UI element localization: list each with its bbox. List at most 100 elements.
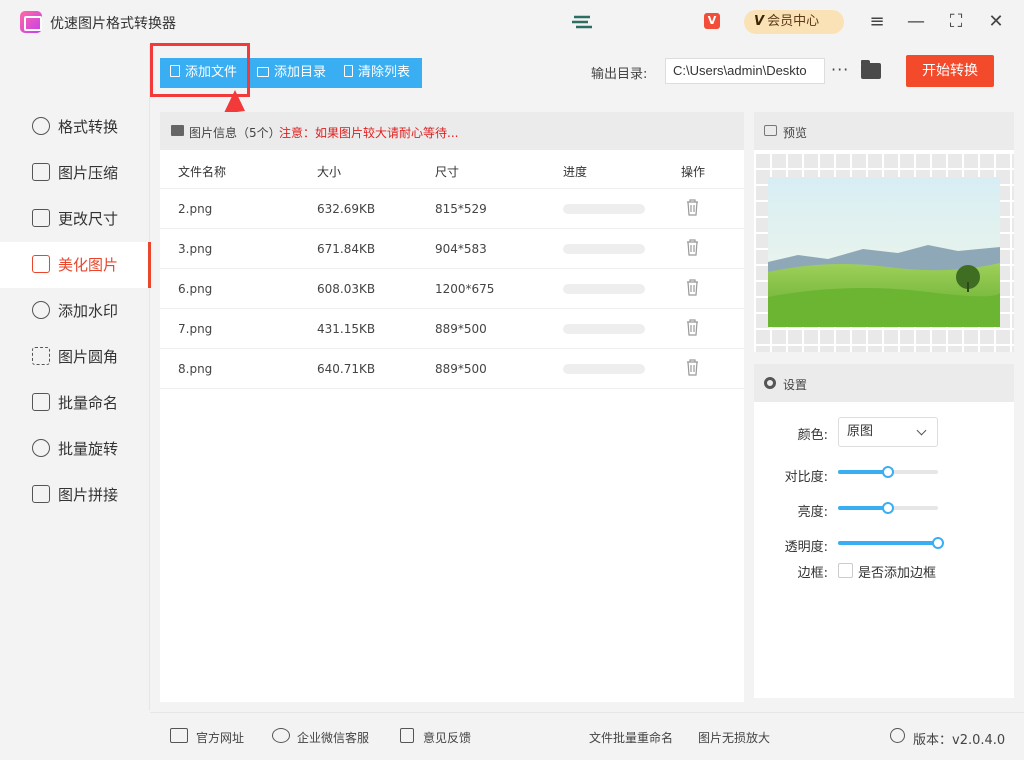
- vip-center-button[interactable]: V 会员中心: [744, 10, 844, 34]
- round-corner-icon: [32, 347, 50, 365]
- lossless-upscale-link[interactable]: 图片无损放大: [698, 729, 770, 746]
- sidebar-item-rename[interactable]: 批量命名: [0, 380, 150, 426]
- settings-header: 设置: [754, 364, 1014, 402]
- file-size: 431.15KB: [317, 322, 376, 336]
- menu-icon[interactable]: ≡: [865, 10, 889, 34]
- opacity-label: 透明度:: [784, 540, 828, 555]
- file-list-panel: 图片信息（5个） 注意：如果图片较大请耐心等待... 文件名称 大小 尺寸 进度…: [160, 112, 744, 702]
- column-header-size: 大小: [317, 165, 342, 179]
- title-bar: 优速图片格式转换器 V V 会员中心 ≡ — ⛶ ✕: [0, 0, 1024, 44]
- table-row[interactable]: 3.png 671.84KB 904*583: [160, 228, 744, 268]
- add-folder-button[interactable]: 添加目录: [247, 58, 334, 88]
- file-dims: 889*500: [435, 362, 487, 376]
- sidebar-item-resize[interactable]: 更改尺寸: [0, 196, 150, 242]
- more-icon[interactable]: ···: [831, 60, 849, 79]
- gear-icon: [764, 377, 776, 389]
- sidebar-item-compress[interactable]: 图片压缩: [0, 150, 150, 196]
- output-dir-input[interactable]: C:\Users\admin\Deskto: [665, 58, 825, 84]
- opacity-slider-knob[interactable]: [932, 537, 944, 549]
- sidebar-item-label: 图片压缩: [58, 164, 119, 182]
- table-divider: [160, 388, 744, 389]
- column-header-action: 操作: [681, 165, 706, 179]
- refresh-icon[interactable]: [890, 728, 905, 743]
- feedback-link[interactable]: 意见反馈: [423, 729, 471, 746]
- file-dims: 904*583: [435, 242, 487, 256]
- delete-icon[interactable]: [686, 359, 699, 376]
- file-name: 8.png: [178, 362, 213, 376]
- sidebar-item-label: 更改尺寸: [58, 210, 119, 228]
- feedback-icon: [400, 728, 414, 743]
- file-size: 632.69KB: [317, 202, 376, 216]
- wechat-support-link[interactable]: 企业微信客服: [297, 729, 369, 746]
- contrast-slider[interactable]: [838, 466, 938, 478]
- format-convert-icon: [32, 117, 50, 135]
- sidebar-item-label: 图片圆角: [58, 348, 119, 366]
- start-convert-button[interactable]: 开始转换: [906, 55, 994, 87]
- brightness-slider-knob[interactable]: [882, 502, 894, 514]
- brightness-slider-fill: [838, 506, 888, 510]
- border-label: 边框:: [797, 566, 828, 581]
- sidebar-item-round-corner[interactable]: 图片圆角: [0, 334, 150, 380]
- chevron-down-icon: [916, 425, 927, 436]
- minimize-icon[interactable]: —: [904, 10, 928, 34]
- preview-header: 预览: [754, 112, 1014, 150]
- file-size: 640.71KB: [317, 362, 376, 376]
- progress-bar: [563, 324, 645, 334]
- table-row[interactable]: 7.png 431.15KB 889*500: [160, 308, 744, 348]
- color-label: 颜色:: [797, 428, 828, 443]
- table-row[interactable]: 6.png 608.03KB 1200*675: [160, 268, 744, 308]
- sidebar-item-label: 批量命名: [58, 394, 119, 412]
- border-checkbox[interactable]: [838, 563, 853, 578]
- app-title: 优速图片格式转换器: [50, 16, 176, 32]
- delete-icon[interactable]: [686, 199, 699, 216]
- opacity-slider[interactable]: [838, 537, 944, 549]
- column-header-progress: 进度: [563, 165, 588, 179]
- file-name: 3.png: [178, 242, 213, 256]
- sidebar-item-watermark[interactable]: 添加水印: [0, 288, 150, 334]
- trash-small-icon: [344, 65, 353, 77]
- sidebar-item-beautify[interactable]: 美化图片: [0, 242, 151, 288]
- clear-list-button[interactable]: 清除列表: [334, 58, 422, 88]
- sidebar: 格式转换 图片压缩 更改尺寸 美化图片 添加水印 图片圆角 批量命名 批量旋转 …: [0, 44, 151, 710]
- contrast-slider-knob[interactable]: [882, 466, 894, 478]
- progress-bar: [563, 244, 645, 254]
- table-row[interactable]: 8.png 640.71KB 889*500: [160, 348, 744, 388]
- close-icon[interactable]: ✕: [984, 10, 1008, 34]
- sidebar-item-rotate[interactable]: 批量旋转: [0, 426, 150, 472]
- file-size: 608.03KB: [317, 282, 376, 296]
- v-badge-icon[interactable]: V: [704, 13, 720, 29]
- sidebar-item-format-convert[interactable]: 格式转换: [0, 104, 150, 150]
- add-folder-label: 添加目录: [274, 65, 327, 80]
- settings-title: 设置: [783, 378, 808, 392]
- sidebar-item-label: 添加水印: [58, 302, 119, 320]
- sidebar-item-stitch[interactable]: 图片拼接: [0, 472, 150, 518]
- clear-list-label: 清除列表: [358, 65, 411, 80]
- sidebar-item-label: 批量旋转: [58, 440, 119, 458]
- file-dims: 889*500: [435, 322, 487, 336]
- brightness-slider[interactable]: [838, 502, 938, 514]
- batch-rename-link[interactable]: 文件批量重命名: [589, 729, 673, 746]
- rename-icon: [32, 393, 50, 411]
- website-link[interactable]: 官方网址: [196, 729, 244, 746]
- folder-outline-icon: [257, 67, 269, 77]
- table-row[interactable]: 2.png 632.69KB 815*529: [160, 188, 744, 228]
- color-select-value: 原图: [847, 424, 874, 439]
- maximize-icon[interactable]: ⛶: [944, 10, 968, 34]
- vip-icon: V: [754, 14, 765, 29]
- color-select[interactable]: 原图: [838, 417, 938, 447]
- delete-icon[interactable]: [686, 279, 699, 296]
- delete-icon[interactable]: [686, 319, 699, 336]
- file-name: 6.png: [178, 282, 213, 296]
- delete-icon[interactable]: [686, 239, 699, 256]
- column-header-dims: 尺寸: [435, 165, 460, 179]
- file-dims: 815*529: [435, 202, 487, 216]
- wechat-icon: [272, 728, 290, 743]
- resize-icon: [32, 209, 50, 227]
- progress-bar: [563, 364, 645, 374]
- app-logo-icon: [20, 11, 42, 33]
- watermark-icon: [32, 301, 50, 319]
- column-header-name: 文件名称: [178, 165, 227, 179]
- image-icon: [171, 125, 184, 136]
- output-dir-label: 输出目录:: [591, 67, 648, 82]
- folder-icon[interactable]: [861, 60, 881, 79]
